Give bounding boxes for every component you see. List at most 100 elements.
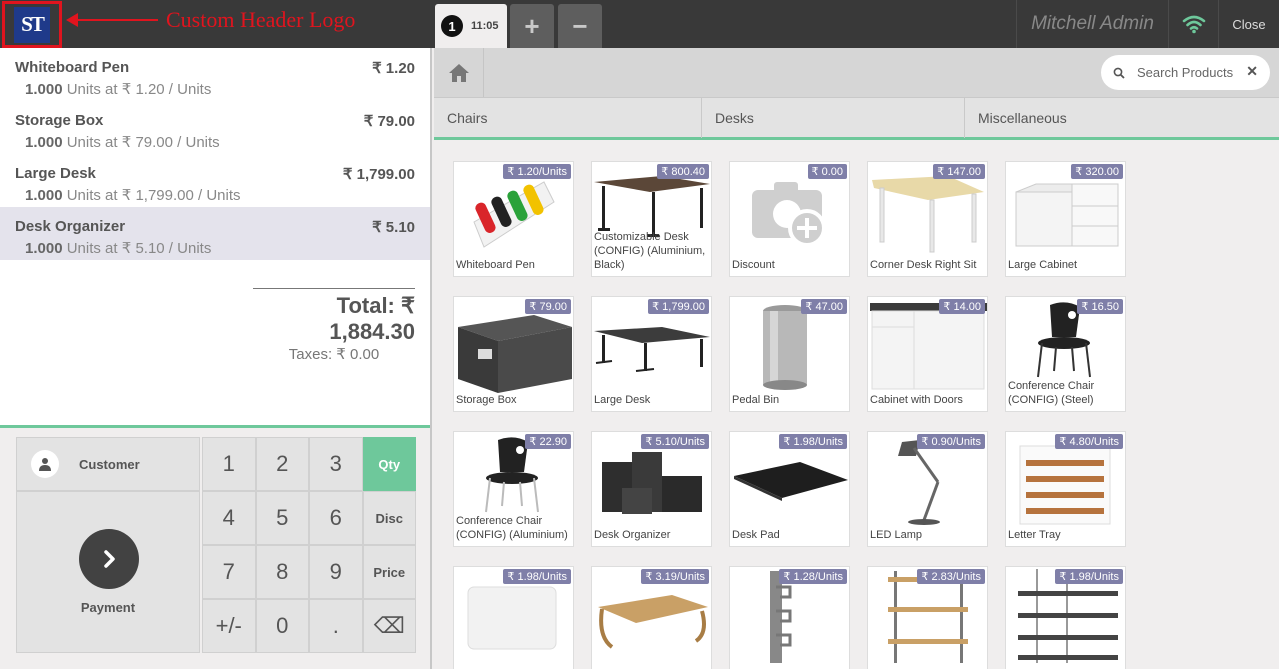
order-line[interactable]: Whiteboard Pen ₹ 1.20 1.000 Units at ₹ 1… — [0, 48, 430, 101]
product-card[interactable]: ₹ 47.00 Pedal Bin — [729, 296, 850, 412]
product-card[interactable]: ₹ 1.98/Units Desk Pad — [729, 431, 850, 547]
product-price: ₹ 320.00 — [1071, 164, 1123, 179]
numpad-key-0[interactable]: 0 — [255, 599, 309, 653]
order-line-unit-info: Units at ₹ 1,799.00 / Units — [66, 187, 241, 204]
product-card[interactable]: ₹ 320.00 Large Cabinet — [1005, 161, 1126, 277]
order-line-price: ₹ 79.00 — [363, 113, 415, 130]
order-time: 11:05 — [471, 20, 499, 32]
product-price: ₹ 1.98/Units — [1055, 569, 1123, 584]
order-taxes: Taxes: ₹ 0.00 — [288, 346, 380, 363]
company-logo: ST — [14, 6, 50, 43]
category-miscellaneous[interactable]: Miscellaneous — [965, 98, 1279, 138]
customer-label: Customer — [79, 456, 140, 472]
order-total: Total: ₹ 1,884.30 — [329, 293, 415, 344]
product-card[interactable]: ₹ 2.83/Units — [867, 566, 988, 669]
numpad-key-3[interactable]: 3 — [309, 437, 363, 491]
product-card[interactable]: ₹ 1.28/Units — [729, 566, 850, 669]
product-price: ₹ 2.83/Units — [917, 569, 985, 584]
mode-price-button[interactable]: Price — [362, 545, 416, 599]
numpad: 1 2 3 Qty 4 5 6 Disc 7 8 9 Price +/- 0 .… — [202, 437, 416, 653]
product-name: Storage Box — [456, 394, 517, 406]
product-card[interactable]: ₹ 22.90 Conference Chair (CONFIG) (Alumi… — [453, 431, 574, 547]
wifi-status[interactable] — [1168, 0, 1218, 48]
order-line-qty: 1.000 — [25, 81, 63, 98]
home-category-button[interactable] — [434, 48, 484, 97]
product-card[interactable]: ₹ 1,799.00 Large Desk — [591, 296, 712, 412]
numpad-key-9[interactable]: 9 — [309, 545, 363, 599]
product-name: Desk Organizer — [594, 529, 671, 541]
product-card[interactable]: ₹ 16.50 Conference Chair (CONFIG) (Steel… — [1005, 296, 1126, 412]
order-number-badge: 1 — [441, 15, 463, 37]
product-price: ₹ 1.98/Units — [503, 569, 571, 584]
product-price: ₹ 1,799.00 — [648, 299, 709, 314]
numpad-key-7[interactable]: 7 — [202, 545, 256, 599]
cashier-name[interactable]: Mitchell Admin — [1016, 0, 1168, 48]
numpad-key-4[interactable]: 4 — [202, 491, 256, 545]
product-card[interactable]: ₹ 1.98/Units — [1005, 566, 1126, 669]
numpad-key-5[interactable]: 5 — [255, 491, 309, 545]
product-card[interactable]: ₹ 147.00 Corner Desk Right Sit — [867, 161, 988, 277]
order-line[interactable]: Storage Box ₹ 79.00 1.000 Units at ₹ 79.… — [0, 101, 430, 154]
order-line-unit-info: Units at ₹ 79.00 / Units — [66, 134, 220, 151]
order-line[interactable]: Large Desk ₹ 1,799.00 1.000 Units at ₹ 1… — [0, 154, 430, 207]
product-price: ₹ 0.90/Units — [917, 434, 985, 449]
product-card[interactable]: ₹ 79.00 Storage Box — [453, 296, 574, 412]
chevron-right-icon — [79, 529, 139, 589]
product-card[interactable]: ₹ 3.19/Units — [591, 566, 712, 669]
home-icon — [448, 63, 469, 82]
order-panel: Whiteboard Pen ₹ 1.20 1.000 Units at ₹ 1… — [0, 48, 432, 669]
numpad-key-sign[interactable]: +/- — [202, 599, 256, 653]
search-placeholder: Search Products — [1137, 65, 1234, 80]
payment-button[interactable]: Payment — [16, 491, 200, 653]
category-desks[interactable]: Desks — [702, 98, 965, 138]
numpad-key-1[interactable]: 1 — [202, 437, 256, 491]
header-logo-frame: ST — [2, 1, 62, 48]
product-card[interactable]: ₹ 14.00 Cabinet with Doors — [867, 296, 988, 412]
new-order-button[interactable]: + — [510, 4, 554, 48]
mode-discount-button[interactable]: Disc — [362, 491, 416, 545]
product-name: Letter Tray — [1008, 529, 1061, 541]
order-line-price: ₹ 5.10 — [372, 219, 415, 236]
order-tab[interactable]: 1 11:05 — [435, 4, 507, 48]
product-card[interactable]: ₹ 5.10/Units Desk Organizer — [591, 431, 712, 547]
delete-order-button[interactable]: − — [558, 4, 602, 48]
order-line-name: Desk Organizer — [15, 218, 126, 235]
order-line-qty: 1.000 — [25, 240, 63, 257]
product-name: Pedal Bin — [732, 394, 780, 406]
product-price: ₹ 5.10/Units — [641, 434, 709, 449]
category-chairs[interactable]: Chairs — [434, 98, 702, 138]
category-bar: Chairs Desks Miscellaneous — [434, 97, 1279, 140]
mode-qty-button[interactable]: Qty — [362, 437, 416, 491]
numpad-key-dot[interactable]: . — [309, 599, 363, 653]
product-price: ₹ 1.28/Units — [779, 569, 847, 584]
product-card[interactable]: ₹ 0.00 Discount — [729, 161, 850, 277]
product-price: ₹ 0.00 — [807, 164, 847, 179]
order-line-info: 1.000 Units at ₹ 79.00 / Units — [15, 133, 415, 151]
order-line-qty: 1.000 — [25, 134, 63, 151]
search-products-input[interactable]: Search Products ✕ — [1101, 55, 1270, 90]
product-price: ₹ 47.00 — [801, 299, 847, 314]
product-card[interactable]: ₹ 4.80/Units Letter Tray — [1005, 431, 1126, 547]
product-card[interactable]: ₹ 1.20/Units Whiteboard Pen — [453, 161, 574, 277]
product-price: ₹ 1.20/Units — [503, 164, 571, 179]
clear-search-icon[interactable]: ✕ — [1246, 63, 1258, 80]
product-card[interactable]: ₹ 0.90/Units LED Lamp — [867, 431, 988, 547]
set-customer-button[interactable]: Customer — [16, 437, 200, 491]
close-pos-button[interactable]: Close — [1218, 0, 1279, 48]
numpad-key-2[interactable]: 2 — [255, 437, 309, 491]
order-line-price: ₹ 1,799.00 — [342, 166, 415, 183]
numpad-key-8[interactable]: 8 — [255, 545, 309, 599]
numpad-key-6[interactable]: 6 — [309, 491, 363, 545]
order-line-name: Storage Box — [15, 112, 104, 129]
product-price: ₹ 22.90 — [525, 434, 571, 449]
product-card[interactable]: ₹ 800.40 Customizable Desk (CONFIG) (Alu… — [591, 161, 712, 277]
control-pads: Customer Payment 1 2 3 Qty 4 5 6 Disc 7 … — [0, 425, 430, 669]
backspace-icon[interactable]: ⌫ — [362, 599, 416, 653]
product-name: Corner Desk Right Sit — [870, 259, 977, 271]
product-price: ₹ 79.00 — [525, 299, 571, 314]
product-price: ₹ 14.00 — [939, 299, 985, 314]
product-name: Conference Chair (CONFIG) (Aluminium) — [456, 515, 568, 541]
order-line-selected[interactable]: Desk Organizer ₹ 5.10 1.000 Units at ₹ 5… — [0, 207, 430, 260]
product-card[interactable]: ₹ 1.98/Units — [453, 566, 574, 669]
order-line-qty: 1.000 — [25, 187, 63, 204]
